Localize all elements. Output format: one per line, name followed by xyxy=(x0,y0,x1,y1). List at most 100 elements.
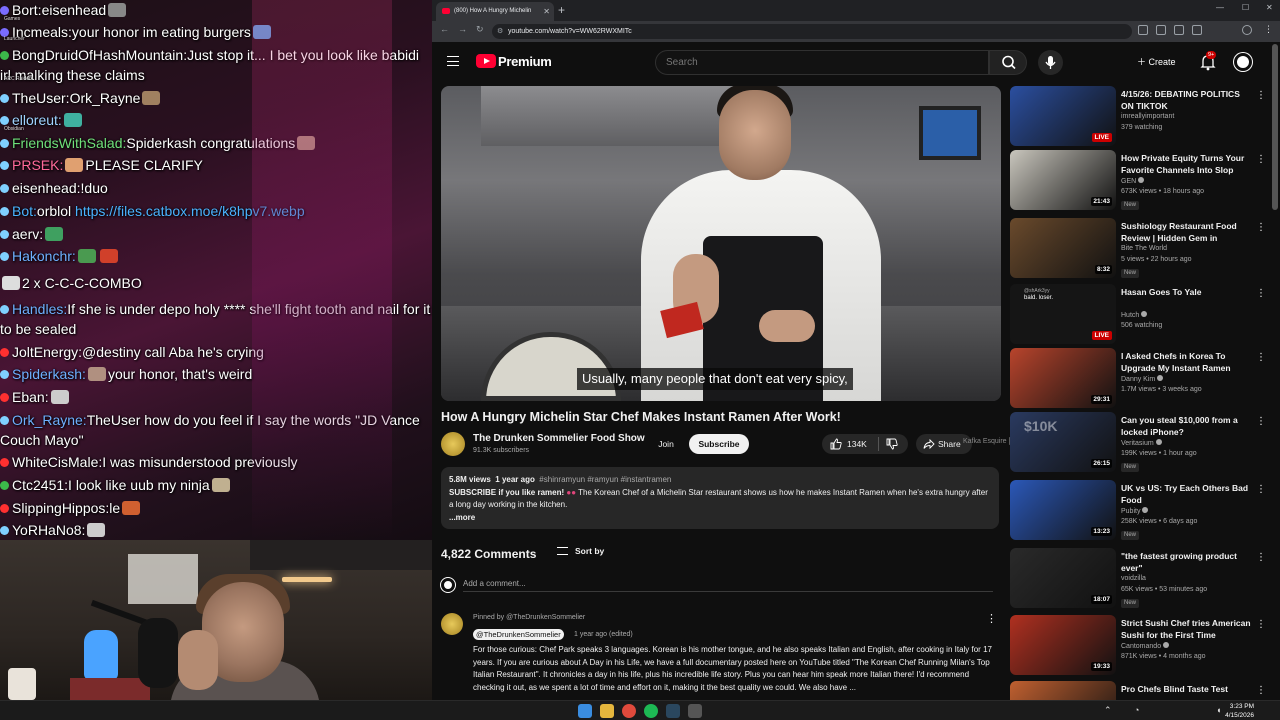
voice-search-button[interactable] xyxy=(1038,50,1063,75)
chat-username[interactable]: eisenhead: xyxy=(12,180,81,196)
search-input[interactable] xyxy=(655,50,989,75)
chrome-icon[interactable] xyxy=(622,704,636,718)
address-bar[interactable]: ⚙ youtube.com/watch?v=WW62RWXMITc xyxy=(492,24,1132,39)
recommended-video-title[interactable]: UK vs US: Try Each Others Bad Food xyxy=(1121,482,1251,506)
recommended-channel[interactable]: Hutch xyxy=(1121,311,1148,319)
recommended-video[interactable]: 13:23 UK vs US: Try Each Others Bad Food P… xyxy=(1010,480,1272,542)
search-button[interactable] xyxy=(989,50,1027,75)
video-menu-icon[interactable]: ⋮ xyxy=(1256,352,1266,363)
recommended-video-title[interactable]: "the fastest growing product ever" xyxy=(1121,550,1251,574)
chat-username[interactable]: Ork_Rayne: xyxy=(12,412,87,428)
video-menu-icon[interactable]: ⋮ xyxy=(1256,416,1266,427)
chat-username[interactable]: SlippingHippos: xyxy=(12,500,109,516)
join-button[interactable]: Join xyxy=(649,434,683,454)
video-thumbnail[interactable] xyxy=(1010,681,1116,700)
video-menu-icon[interactable]: ⋮ xyxy=(1256,685,1266,696)
spotify-icon[interactable] xyxy=(644,704,658,718)
chat-username[interactable]: Eban: xyxy=(12,389,49,405)
browser-tab-active[interactable]: (800) How A Hungry Michelin ✕ xyxy=(436,2,554,21)
obs-icon[interactable] xyxy=(688,704,702,718)
video-thumbnail[interactable]: 13:23 xyxy=(1010,480,1116,540)
recommended-channel[interactable]: voidzilla xyxy=(1121,575,1146,582)
chat-username[interactable]: Ctc2451: xyxy=(12,477,68,493)
recommended-video[interactable]: Pro Chefs Blind Taste Test ⋮ xyxy=(1010,681,1272,700)
video-thumbnail[interactable]: 8:32 xyxy=(1010,218,1116,278)
recommended-video[interactable]: LIVE 4/15/26: DEBATING POLITICS ON TIKTOK… xyxy=(1010,86,1272,148)
desktop-shortcut-label[interactable]: Obsidian xyxy=(4,126,24,132)
comment-menu-icon[interactable]: ⋮ xyxy=(986,612,997,625)
account-avatar[interactable] xyxy=(1234,53,1252,71)
subscribe-button[interactable]: Subscribe xyxy=(689,434,749,454)
clock[interactable]: 3:23 PM 4/15/2026 xyxy=(1225,702,1254,720)
recommended-channel[interactable]: Bite The World xyxy=(1121,245,1167,252)
recommended-video-title[interactable]: Can you steal $10,000 from a locked iPho… xyxy=(1121,414,1251,438)
file-explorer-icon[interactable] xyxy=(600,704,614,718)
recommended-video[interactable]: 19:33 Strict Sushi Chef tries American Su… xyxy=(1010,615,1272,677)
recommended-video-title[interactable]: I Asked Chefs in Korea To Upgrade My Ins… xyxy=(1121,350,1251,374)
extension-icon[interactable] xyxy=(1156,25,1166,35)
chat-username[interactable]: PRSEK: xyxy=(12,157,63,173)
video-menu-icon[interactable]: ⋮ xyxy=(1256,484,1266,495)
extension-icon[interactable] xyxy=(1174,25,1184,35)
recommended-channel[interactable]: Veritasium xyxy=(1121,439,1162,447)
guide-menu-icon[interactable] xyxy=(447,56,459,66)
back-icon[interactable]: ← xyxy=(440,24,449,34)
recommended-channel[interactable]: Danny Kim xyxy=(1121,375,1164,383)
sort-comments-button[interactable]: Sort by xyxy=(557,546,604,556)
chat-username[interactable]: Hakonchr: xyxy=(12,248,76,264)
recommended-video-title[interactable]: Sushiology Restaurant Food Review | Hidd… xyxy=(1121,220,1251,244)
video-thumbnail[interactable]: 21:43 xyxy=(1010,150,1116,210)
video-thumbnail[interactable]: 18:07 xyxy=(1010,548,1116,608)
video-menu-icon[interactable]: ⋮ xyxy=(1256,154,1266,165)
comment-author-avatar[interactable] xyxy=(441,613,463,635)
volume-icon[interactable]: ◖ xyxy=(1216,705,1221,715)
show-more-button[interactable]: ...more xyxy=(449,513,475,522)
recommended-video[interactable]: 21:43 How Private Equity Turns Your Favor… xyxy=(1010,150,1272,212)
channel-name[interactable]: The Drunken Sommelier Food Show xyxy=(473,433,645,444)
close-tab-icon[interactable]: ✕ xyxy=(543,2,550,21)
tray-chevron-icon[interactable]: ⌃ xyxy=(1104,705,1112,716)
chat-username[interactable]: FriendsWithSalad: xyxy=(12,135,126,151)
video-menu-icon[interactable]: ⋮ xyxy=(1256,90,1266,101)
video-thumbnail[interactable]: 19:33 xyxy=(1010,615,1116,675)
video-thumbnail[interactable]: 29:31 xyxy=(1010,348,1116,408)
site-info-icon[interactable]: ⚙ xyxy=(497,24,503,39)
chat-username[interactable]: YoRHaNo8: xyxy=(12,522,85,538)
chat-link[interactable]: https://files.catbox.moe/k8hpv7.webp xyxy=(75,203,305,219)
create-button[interactable]: ＋ Create xyxy=(1129,50,1181,74)
minimize-icon[interactable]: — xyxy=(1216,3,1224,12)
recommended-video-title[interactable]: Strict Sushi Chef tries American Sushi f… xyxy=(1121,617,1251,641)
comment-author[interactable]: @TheDrunkenSommelier xyxy=(473,629,564,640)
chat-username[interactable]: WhiteCisMale: xyxy=(12,454,102,470)
recommended-video-title[interactable]: 4/15/26: DEBATING POLITICS ON TIKTOK xyxy=(1121,88,1251,112)
recommended-video-title[interactable]: Hasan Goes To Yale xyxy=(1121,286,1251,298)
chat-username[interactable]: Handles: xyxy=(12,301,67,317)
extensions-puzzle-icon[interactable] xyxy=(1192,25,1202,35)
close-window-icon[interactable]: ✕ xyxy=(1266,3,1273,12)
desktop-shortcut-label[interactable]: ARC Raiders xyxy=(4,76,33,82)
video-description[interactable]: 5.8M views 1 year ago #shinramyun #ramyu… xyxy=(441,467,999,529)
profile-icon[interactable] xyxy=(1242,25,1252,35)
chat-username[interactable]: Bot: xyxy=(12,203,37,219)
page-scrollbar[interactable] xyxy=(1272,44,1278,210)
recommended-channel[interactable]: GEN xyxy=(1121,177,1145,185)
desktop-shortcut-label[interactable]: Launcher xyxy=(4,36,25,42)
recommended-video[interactable]: 8:32 Sushiology Restaurant Food Review | … xyxy=(1010,218,1272,280)
thumbs-up-icon[interactable] xyxy=(830,438,842,450)
extension-icon[interactable] xyxy=(1138,25,1148,35)
recommended-channel[interactable]: imreallyimportant xyxy=(1121,113,1174,120)
channel-avatar[interactable] xyxy=(441,432,465,456)
chat-username[interactable]: TheUser: xyxy=(12,90,70,106)
wifi-icon[interactable]: ◔ xyxy=(1134,705,1139,715)
video-menu-icon[interactable]: ⋮ xyxy=(1256,288,1266,299)
recommended-video[interactable]: 18:07 "the fastest growing product ever" v… xyxy=(1010,548,1272,610)
chat-username[interactable]: aerv: xyxy=(12,226,43,242)
video-menu-icon[interactable]: ⋮ xyxy=(1256,552,1266,563)
start-icon[interactable] xyxy=(578,704,592,718)
video-player[interactable]: Usually, many people that don't eat very… xyxy=(441,86,1001,401)
youtube-logo-icon[interactable] xyxy=(476,54,496,68)
like-count[interactable]: 134K xyxy=(847,434,867,454)
chat-username[interactable]: JoltEnergy: xyxy=(12,344,82,360)
video-menu-icon[interactable]: ⋮ xyxy=(1256,222,1266,233)
youtube-brand[interactable]: Premium xyxy=(498,54,552,69)
